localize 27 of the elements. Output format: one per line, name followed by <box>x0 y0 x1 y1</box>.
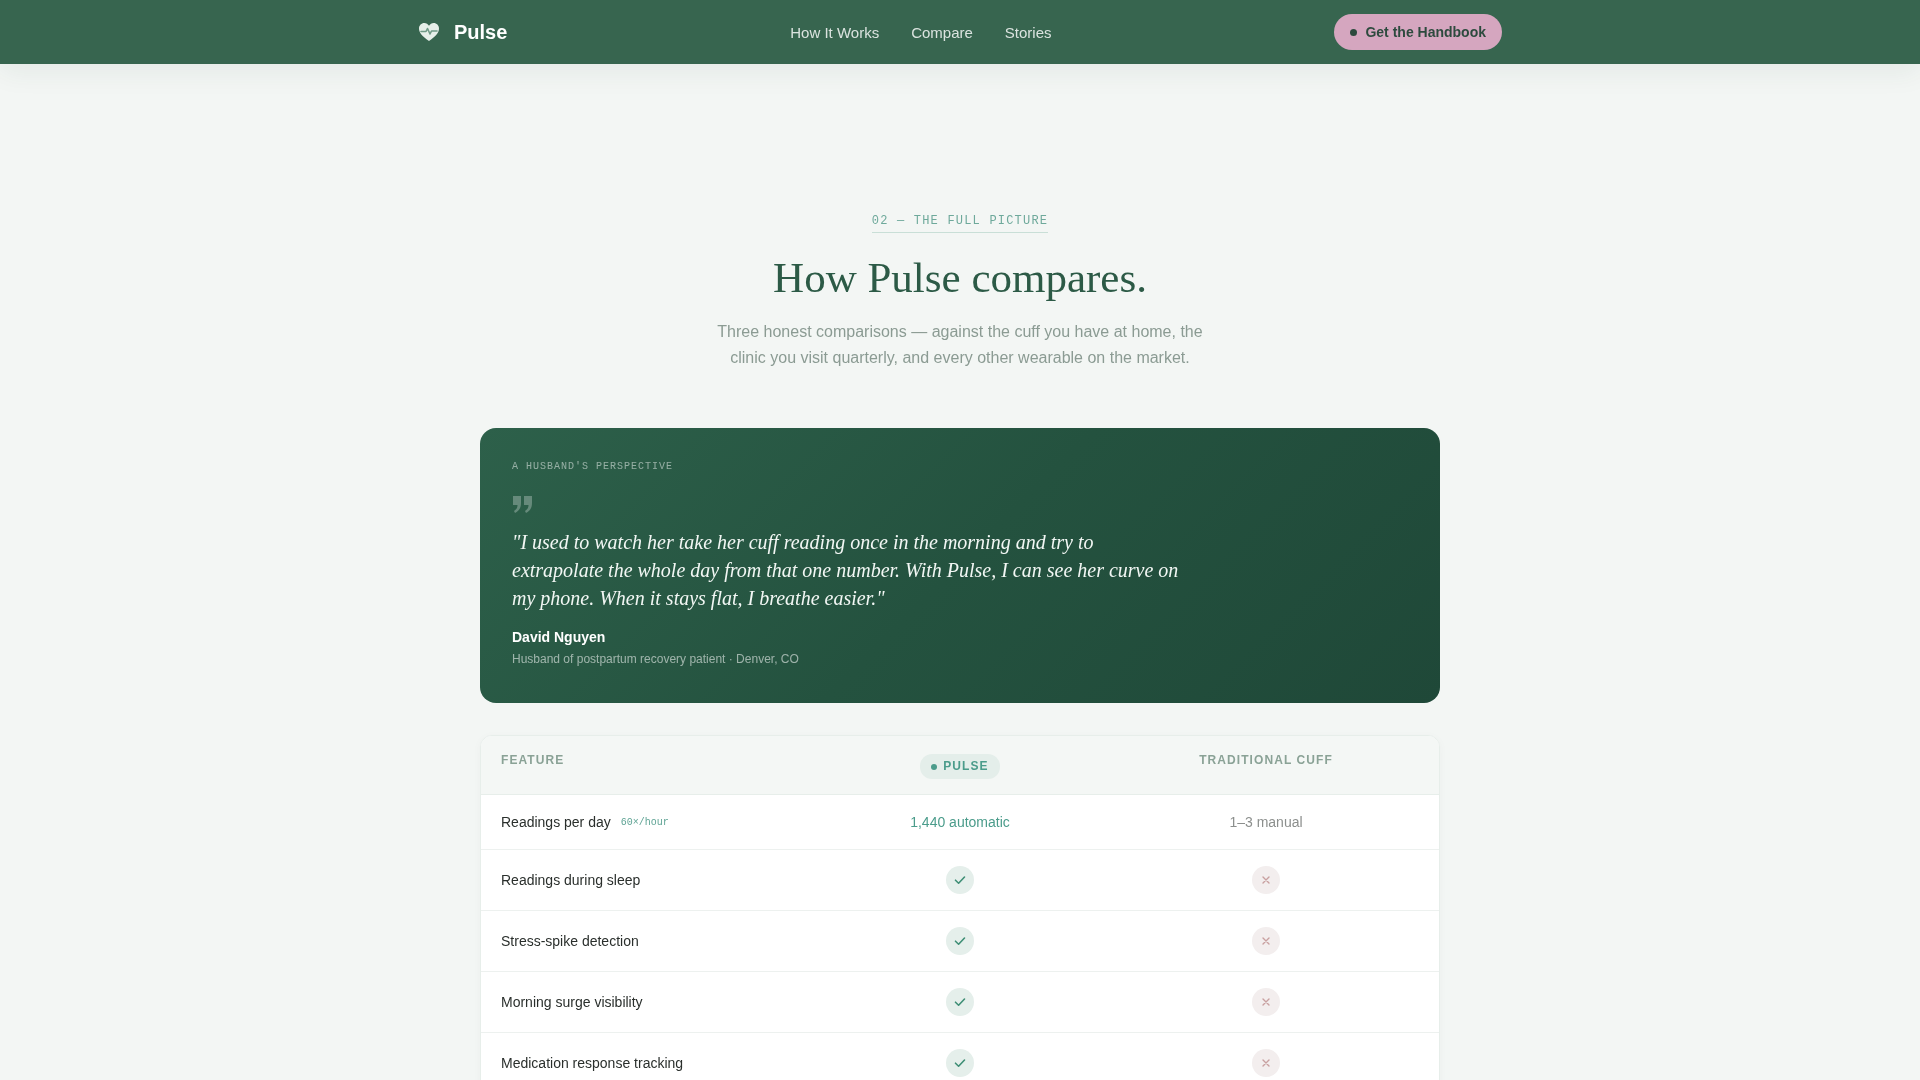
heart-pulse-icon <box>418 22 440 42</box>
author-name: David Nguyen <box>512 629 606 646</box>
brand-name: Pulse <box>454 20 508 44</box>
feature-name: Readings during sleep <box>501 871 641 889</box>
feature-name: Medication response tracking <box>501 1054 684 1072</box>
handbook-button[interactable]: Get the Handbook <box>1334 14 1502 50</box>
section-title: How Pulse compares. <box>773 253 1147 303</box>
column-header: FEATURE <box>501 753 565 768</box>
dot-icon <box>1350 28 1358 36</box>
column-header-label: PULSE <box>943 759 989 774</box>
testimonial-label: A HUSBAND'S PERSPECTIVE <box>512 460 674 473</box>
section-intro: Three honest comparisons — against the cuff you have at home, the clinic you visit quarterly, and every other wearable on the market. <box>716 322 1204 368</box>
column-header: TRADITIONAL CUFF <box>1199 753 1333 768</box>
quote-icon <box>512 494 534 514</box>
nav-link[interactable]: How It Works <box>790 23 880 41</box>
dot-icon <box>931 763 938 770</box>
rate-note: 60×/hour <box>620 816 669 828</box>
cell-value: 1–3 manual <box>1229 813 1303 831</box>
section-eyebrow: 02 — THE FULL PICTURE <box>871 214 1049 233</box>
feature-name: Morning surge visibility <box>501 993 643 1011</box>
cell-value: 1,440 automatic <box>910 813 1010 831</box>
feature-name: Stress-spike detection <box>501 932 639 950</box>
nav-link[interactable]: Stories <box>1004 23 1052 41</box>
testimonial-quote: "I used to watch her take her cuff reading once in the morning and try to extrapolate the whole day from that one number. With Pulse, I can see her curve on my phone. When it stays flat, I breathe easier." <box>512 530 1180 612</box>
nav-link[interactable]: Compare <box>911 23 973 41</box>
feature-name: Readings per day <box>501 813 611 831</box>
author-detail: Husband of postpartum recovery patient · Denver, CO <box>512 652 799 667</box>
